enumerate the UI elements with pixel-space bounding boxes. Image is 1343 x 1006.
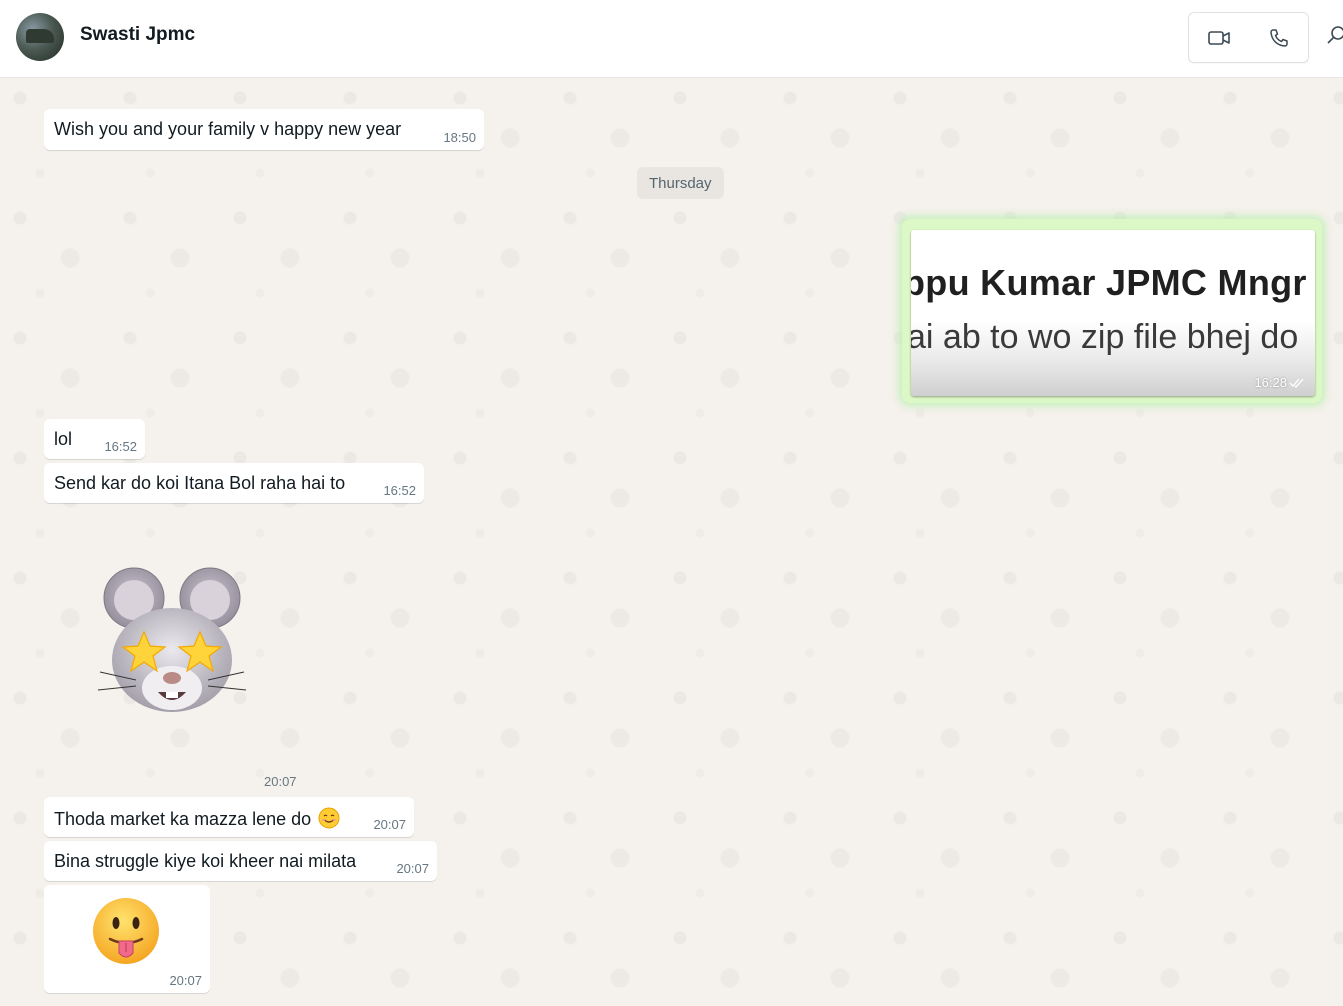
mouse-sticker[interactable]	[96, 560, 248, 720]
chat-header: Swasti Jpmc	[0, 0, 1343, 78]
message-time: 16:28	[1254, 375, 1287, 390]
message-bubble-incoming[interactable]: Send kar do koi Itana Bol raha hai to 16…	[44, 463, 424, 503]
message-bubble-incoming[interactable]: Bina struggle kiye koi kheer nai milata …	[44, 841, 437, 881]
message-text-wrap: Thoda market ka mazza lene do	[54, 807, 340, 830]
image-text-line1: ppu Kumar JPMC Mngr	[911, 262, 1307, 303]
message-text: lol	[54, 429, 73, 449]
message-time: 16:52	[104, 439, 137, 454]
contact-name[interactable]: Swasti Jpmc	[80, 24, 195, 46]
emoji-message-bubble[interactable]: 20:07	[44, 885, 210, 993]
message-bubble-incoming[interactable]: Thoda market ka mazza lene do 20:07	[44, 797, 414, 837]
smiling-face-emoji-icon	[318, 807, 340, 829]
video-call-button[interactable]	[1189, 13, 1248, 62]
face-with-tongue-emoji-icon	[93, 898, 159, 964]
message-text: Thoda market ka mazza lene do	[54, 809, 312, 829]
date-divider: Thursday	[637, 167, 724, 199]
message-time: 20:07	[373, 817, 406, 832]
message-time: 20:07	[396, 861, 429, 876]
video-camera-icon	[1207, 30, 1230, 45]
message-text: Wish you and your family v happy new yea…	[54, 119, 402, 139]
phone-icon	[1269, 28, 1288, 47]
avatar-image	[26, 29, 54, 43]
image-text-line2: ai ab to wo zip file bhej do	[911, 318, 1299, 356]
message-text: Bina struggle kiye koi kheer nai milata	[54, 851, 357, 871]
message-time: 18:50	[443, 130, 476, 145]
message-time: 20:07	[169, 973, 202, 988]
message-bubble-incoming[interactable]: Wish you and your family v happy new yea…	[44, 109, 484, 150]
contact-avatar[interactable]	[16, 13, 64, 61]
message-text: Send kar do koi Itana Bol raha hai to	[54, 473, 346, 493]
search-button[interactable]	[1323, 24, 1343, 52]
read-ticks-icon	[1289, 378, 1304, 388]
message-time: 20:07	[264, 774, 297, 789]
message-bubble-incoming[interactable]: lol 16:52	[44, 419, 145, 459]
search-icon	[1327, 26, 1343, 44]
message-time: 16:52	[383, 483, 416, 498]
voice-call-button[interactable]	[1249, 13, 1308, 62]
message-bubble-outgoing-image[interactable]: ppu Kumar JPMC Mngr ai ab to wo zip file…	[902, 219, 1322, 403]
call-button-group	[1188, 12, 1309, 63]
image-attachment[interactable]: ppu Kumar JPMC Mngr ai ab to wo zip file…	[911, 230, 1315, 396]
